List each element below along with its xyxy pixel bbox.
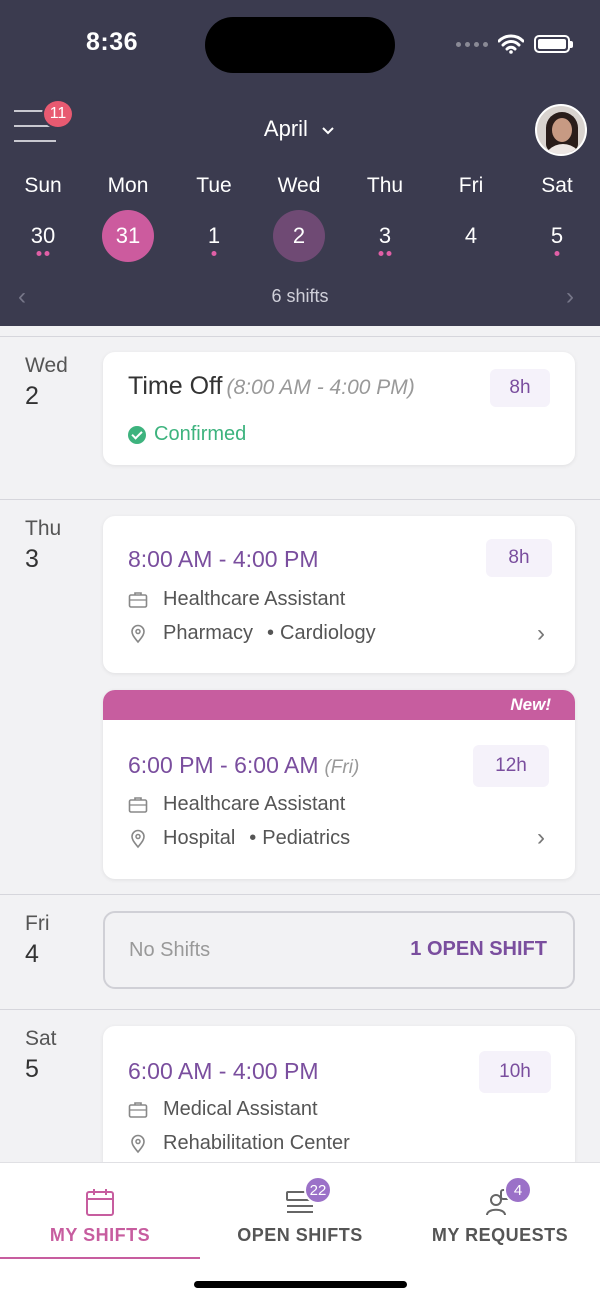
location-pin-icon [131, 1134, 145, 1153]
briefcase-icon [128, 591, 148, 608]
date-label-wed: Wed 2 [25, 354, 68, 410]
no-shifts-card[interactable]: No Shifts 1 OPEN SHIFT [103, 911, 575, 989]
new-badge: New! [103, 690, 575, 720]
briefcase-icon [128, 1101, 148, 1118]
weekday-label: Wed [277, 174, 321, 197]
shift-dots [36, 251, 50, 257]
tab-open-shifts[interactable]: 22 OPEN SHIFTS [200, 1163, 400, 1259]
date-label-fri: Fri 4 [25, 912, 50, 968]
location-line: Pharmacy • Cardiology [128, 622, 376, 645]
wifi-icon [498, 34, 524, 54]
battery-icon [534, 35, 573, 53]
signal-icon [456, 41, 488, 47]
day-2-selected[interactable]: 2 [273, 210, 325, 262]
hours-badge: 12h [473, 745, 549, 787]
hours-badge: 10h [479, 1051, 551, 1093]
shift-count: 6 shifts [271, 286, 329, 306]
time-off-title: Time Off (8:00 AM - 4:00 PM) [128, 372, 415, 400]
weekday-label: Mon [107, 174, 149, 197]
chevron-right-icon: › [537, 824, 545, 851]
shift-time: 8:00 AM - 4:00 PM [128, 546, 319, 572]
weekday-row: Sun Mon Tue Wed Thu Fri Sat [0, 174, 600, 204]
role-line: Healthcare Assistant [128, 793, 345, 816]
dynamic-island [205, 17, 395, 73]
confirmed-status: Confirmed [128, 423, 246, 446]
date-label-sat: Sat 5 [25, 1027, 57, 1083]
date-label-thu: Thu 3 [25, 517, 62, 573]
avatar[interactable] [535, 104, 587, 156]
hours-badge: 8h [486, 539, 552, 577]
shift-time: 6:00 AM - 4:00 PM [128, 1058, 319, 1084]
calendar-header: 8:36 11 April Sun Mon Tue Wed Thu Fri Sa… [0, 0, 600, 326]
chevron-down-icon [322, 127, 334, 135]
hours-badge: 8h [490, 369, 550, 407]
check-circle-icon [128, 425, 146, 444]
month-label: April [263, 116, 308, 141]
status-icons [456, 34, 573, 54]
tab-my-requests[interactable]: 4 MY REQUESTS [400, 1163, 600, 1259]
location-pin-icon [131, 624, 145, 643]
open-shift-link[interactable]: 1 OPEN SHIFT [410, 938, 547, 961]
shift-dots [211, 251, 217, 257]
tab-my-shifts[interactable]: MY SHIFTS [0, 1163, 200, 1259]
location-line: Hospital • Pediatrics [128, 827, 350, 850]
next-week-icon[interactable]: › [566, 283, 574, 311]
weekday-label: Thu [366, 174, 404, 197]
day-4[interactable]: 4 [445, 210, 497, 262]
calendar-icon [86, 1189, 114, 1216]
shift-card[interactable]: 6:00 AM - 4:00 PM 10h Medical Assistant … [103, 1026, 575, 1162]
weekday-label: Sun [24, 174, 62, 197]
shift-card[interactable]: 8:00 AM - 4:00 PM 8h Healthcare Assistan… [103, 516, 575, 673]
location-line: Rehabilitation Center [128, 1132, 350, 1155]
location-pin-icon [131, 829, 145, 848]
weekday-label: Tue [196, 174, 232, 197]
shift-dots [378, 251, 392, 257]
open-shifts-badge: 22 [304, 1176, 332, 1204]
day-row: 30 31 1 2 3 4 5 [0, 210, 600, 266]
shift-time: 6:00 PM - 6:00 AM (Fri) [128, 752, 360, 778]
month-selector[interactable]: April [0, 116, 600, 142]
status-time: 8:36 [86, 28, 139, 56]
chevron-right-icon: › [537, 620, 545, 647]
day-31-today[interactable]: 31 [102, 210, 154, 262]
weekday-label: Sat [541, 174, 573, 197]
active-tab-indicator [0, 1257, 200, 1259]
shift-dots [554, 251, 560, 257]
time-off-card[interactable]: Time Off (8:00 AM - 4:00 PM) 8h Confirmed [103, 352, 575, 465]
shift-list[interactable]: Wed 2 Time Off (8:00 AM - 4:00 PM) 8h Conf… [0, 326, 600, 1162]
new-shift-card[interactable]: New! 6:00 PM - 6:00 AM (Fri) 12h Healthca… [103, 690, 575, 879]
role-line: Medical Assistant [128, 1098, 318, 1121]
home-indicator [194, 1281, 407, 1288]
my-requests-badge: 4 [504, 1176, 532, 1204]
no-shifts-label: No Shifts [129, 939, 211, 961]
briefcase-icon [128, 796, 148, 813]
weekday-label: Fri [458, 174, 484, 197]
bottom-tab-bar: MY SHIFTS 22 OPEN SHIFTS 4 MY REQUESTS [0, 1162, 600, 1299]
role-line: Healthcare Assistant [128, 588, 345, 611]
